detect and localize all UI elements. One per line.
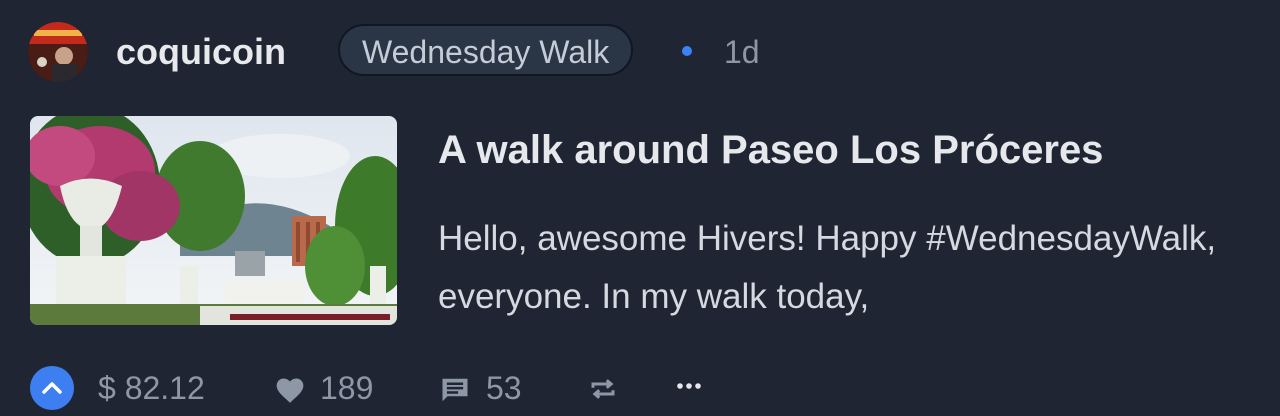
thumbnail-image <box>30 116 397 325</box>
separator-dot <box>682 46 692 56</box>
comment-icon <box>442 378 468 402</box>
post-actions: $ 82.12 189 53 <box>28 364 1248 412</box>
post-time: 1d <box>724 34 760 70</box>
repeat-icon <box>591 379 615 399</box>
post-header: coquicoin Wednesday Walk 1d <box>28 22 1248 82</box>
community-badge[interactable]: Wednesday Walk <box>338 24 634 76</box>
more-horizontal-icon <box>677 383 701 389</box>
avatar[interactable] <box>28 22 88 82</box>
avatar-image <box>28 22 88 82</box>
chevron-up-icon <box>42 382 62 394</box>
comments-count: 53 <box>486 370 522 406</box>
votes-count: 189 <box>320 370 374 406</box>
post-excerpt[interactable]: Hello, awesome Hivers! Happy #WednesdayW… <box>438 210 1268 326</box>
reblog-button[interactable] <box>588 374 618 409</box>
author-name[interactable]: coquicoin <box>116 32 286 72</box>
payout-value[interactable]: $ 82.12 <box>98 368 205 408</box>
post-thumbnail[interactable] <box>30 116 397 325</box>
post-title[interactable]: A walk around Paseo Los Próceres <box>438 126 1103 174</box>
more-options-button[interactable] <box>676 376 702 401</box>
upvote-button[interactable] <box>30 366 74 410</box>
heart-icon <box>276 378 304 403</box>
